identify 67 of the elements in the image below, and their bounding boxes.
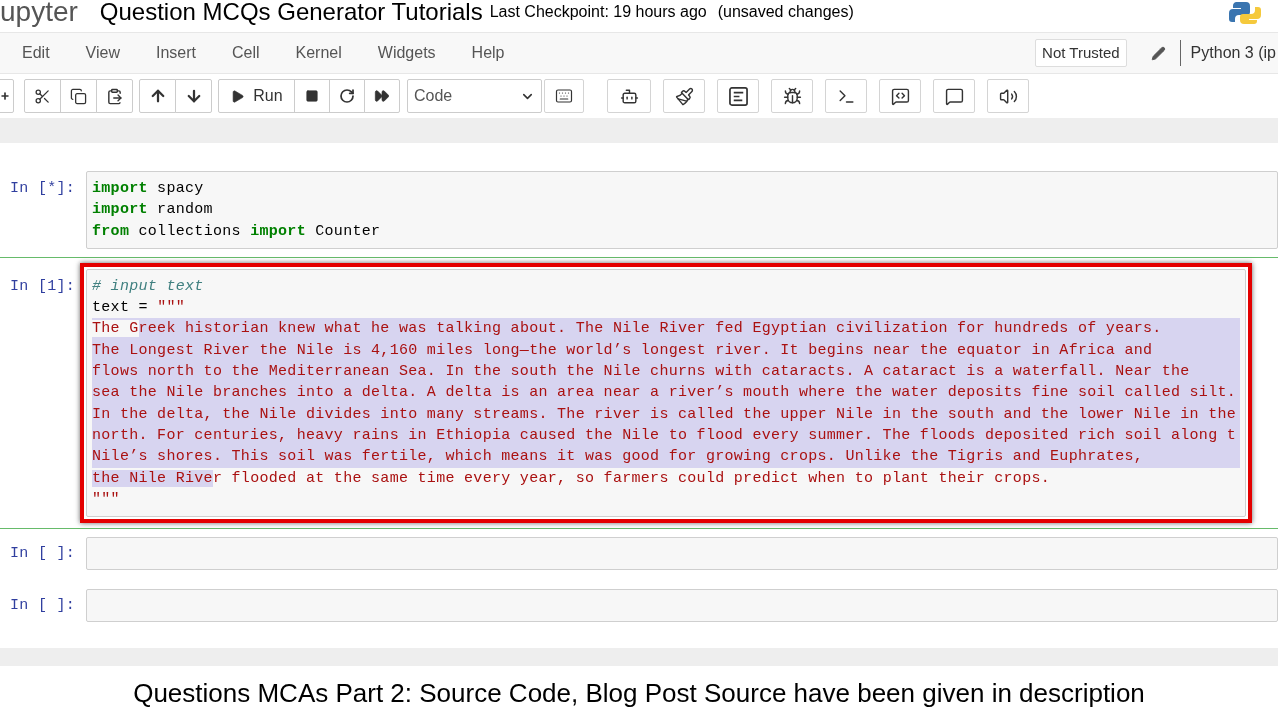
code-line: sea the Nile branches into a delta. A delta is an area near a river’s mouth where the water deposits fine soil called silt. [92,382,1240,404]
cut-button[interactable] [24,79,61,113]
trust-button[interactable]: Not Trusted [1035,39,1127,67]
brush-button[interactable] [663,79,705,113]
code-line: import spacy [92,179,204,199]
paste-button[interactable] [96,79,133,113]
code-line: from collections import Counter [92,221,381,242]
cell-type-select[interactable]: Code [407,79,542,113]
menu-item[interactable]: Kernel [277,41,360,65]
code-input[interactable] [86,537,1278,571]
bug-button[interactable] [771,79,813,113]
cell-prompt: In [ ]: [10,596,76,617]
copy-icon [70,87,87,105]
keyboard-button[interactable] [544,79,584,113]
code-input[interactable]: import spacy import random from collections import Counter [86,171,1278,249]
text-lines-icon [728,86,748,106]
comment-button[interactable] [933,79,975,113]
text-lines-button[interactable] [717,79,759,113]
cell-prompt: In [*]: [10,179,76,199]
code-line: # input text [92,276,204,297]
kernel-name: Python 3 (ip [1190,43,1276,63]
checkpoint-text: Last Checkpoint: 19 hours ago [489,2,707,22]
notebook-title[interactable]: Question MCQs Generator Tutorials [99,0,483,25]
code-comment-icon [890,86,910,106]
save-status: (unsaved changes) [717,2,854,22]
stop-icon [305,89,319,103]
code-line: """ [92,489,120,510]
robot-icon [619,86,639,106]
menu-item[interactable]: Cell [214,41,278,65]
menu-item[interactable]: Insert [137,41,214,65]
plus-icon [0,91,10,101]
cell-prompt: In [1]: [10,276,76,297]
speaker-button[interactable] [987,79,1029,113]
run-all-button[interactable] [364,79,400,113]
code-line: north. For centuries, heavy rains in Ethiopia caused the Nile to flood every summer. The floods deposited rich soil along t [92,424,1240,447]
bug-icon [782,86,802,106]
code-input[interactable] [86,589,1278,623]
clipboard-icon [106,87,123,105]
code-comment-button[interactable] [879,79,921,113]
menu-item[interactable]: View [67,41,138,65]
pencil-icon [1150,45,1166,61]
code-line: the Nile River flooded at the same time every year, so farmers could predict when to plant their crops. [92,468,1051,489]
restart-icon [339,88,355,104]
run-button[interactable]: Run [218,79,295,113]
terminal-button[interactable] [825,79,867,113]
robot-button[interactable] [607,79,651,113]
play-icon [230,88,246,104]
restart-button[interactable] [329,79,365,113]
stop-button[interactable] [294,79,330,113]
caption-text: Questions MCAs Part 2: Source Code, Blog Post Source have been given in description [133,678,1145,708]
menu-item[interactable]: Help [453,41,523,65]
code-line: import random [92,200,213,221]
code-line: text = """ [92,298,186,319]
copy-button[interactable] [60,79,97,113]
move-down-button[interactable] [175,79,212,113]
paintbrush-icon [674,86,694,106]
cell-prompt: In [ ]: [10,544,76,565]
menu-item[interactable]: Edit [4,41,68,65]
logo-wordmark: upyter [0,0,78,27]
move-up-button[interactable] [139,79,176,113]
scissors-icon [34,87,51,105]
code-line: In the delta, the Nile divides into many streams. The river is called the upper Nile in the south and the lower Nile in the [92,403,1240,425]
comment-icon [944,86,964,106]
logo-icon [1228,0,1262,26]
keyboard-icon [555,87,573,105]
menu-item[interactable]: Widgets [359,41,454,65]
fast-forward-icon [374,88,390,104]
